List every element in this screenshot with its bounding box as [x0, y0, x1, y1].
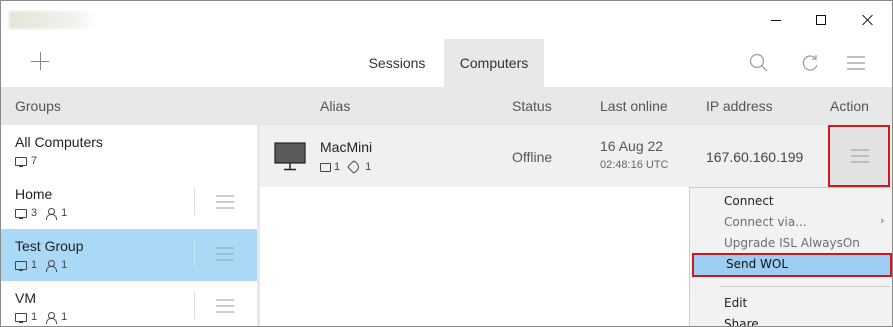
- group-name: VM: [15, 290, 36, 306]
- user-icon: [45, 311, 58, 324]
- group-counts: 7: [15, 155, 37, 167]
- computer-count: 3: [31, 207, 38, 219]
- menu-icon[interactable]: [844, 51, 868, 75]
- add-computer-button[interactable]: [25, 47, 55, 77]
- monitor-icon: [15, 208, 27, 219]
- toolbar: Sessions Computers: [1, 39, 892, 87]
- header-groups: Groups: [15, 98, 61, 114]
- refresh-icon[interactable]: [798, 51, 822, 75]
- monitor-icon: [15, 260, 27, 271]
- group-counts: 1 1: [15, 311, 68, 324]
- group-counts: 3 1: [15, 207, 68, 220]
- action-menu-button[interactable]: [828, 125, 890, 187]
- computer-monitor-icon: [274, 142, 306, 171]
- monitor-icon: [15, 312, 27, 323]
- menu-item-label: Edit: [724, 296, 748, 310]
- header-last-online[interactable]: Last online: [600, 98, 668, 114]
- monitor-icon: [15, 156, 27, 167]
- computer-status: Offline: [512, 149, 553, 165]
- group-vm[interactable]: VM 1 1: [1, 281, 257, 326]
- menu-item-connect-via[interactable]: Connect via... ›: [690, 211, 892, 233]
- menu-item-label: Upgrade ISL AlwaysOn: [724, 236, 860, 250]
- menu-item-connect[interactable]: Connect: [690, 190, 892, 212]
- computer-count: 7: [31, 155, 38, 167]
- divider: [194, 187, 195, 215]
- user-icon: [45, 259, 58, 272]
- user-count: 1: [61, 207, 68, 219]
- header-alias[interactable]: Alias: [320, 98, 350, 114]
- header-action: Action: [830, 98, 869, 114]
- menu-item-label: Connect: [724, 194, 774, 208]
- table-row[interactable]: MacMini 1 1 Offline 16 Aug 22 02:48:16 U…: [260, 125, 892, 187]
- tab-computers[interactable]: Computers: [444, 39, 544, 87]
- maximize-icon: [816, 15, 826, 25]
- group-menu-icon[interactable]: [214, 193, 236, 211]
- user-icon: [45, 207, 58, 220]
- table-header: Groups Alias Status Last online IP addre…: [1, 87, 892, 125]
- divider: [194, 291, 195, 319]
- last-online-date: 16 Aug 22: [600, 138, 664, 154]
- tag-count: 1: [365, 161, 372, 173]
- menu-item-label: Connect via...: [724, 215, 807, 229]
- menu-item-send-wol[interactable]: Send WOL: [692, 253, 892, 277]
- user-count: 1: [61, 259, 68, 271]
- close-button[interactable]: [845, 5, 891, 35]
- folder-icon: [320, 162, 331, 172]
- tab-sessions[interactable]: Sessions: [353, 39, 441, 87]
- group-name: Home: [15, 186, 53, 202]
- folder-count: 1: [334, 161, 341, 173]
- close-icon: [862, 14, 874, 26]
- groups-panel: All Computers 7 Home 3 1 Test Group 1 1: [1, 125, 257, 326]
- app-window: Sessions Computers Groups Alias Status L…: [0, 0, 893, 327]
- menu-item-edit[interactable]: Edit: [690, 292, 892, 314]
- computer-meta: 1 1: [320, 159, 372, 175]
- group-name: Test Group: [15, 238, 84, 254]
- menu-item-upgrade-isl-alwayson[interactable]: Upgrade ISL AlwaysOn: [690, 232, 892, 254]
- group-counts: 1 1: [15, 259, 68, 272]
- computer-count: 1: [31, 259, 38, 271]
- divider: [194, 239, 195, 267]
- window-title-blurred: [9, 11, 97, 29]
- title-bar: [1, 1, 892, 39]
- minimize-icon: [771, 19, 781, 21]
- user-count: 1: [61, 311, 68, 323]
- group-name: All Computers: [15, 134, 103, 150]
- chevron-right-icon: ›: [880, 214, 885, 227]
- menu-item-label: Share: [724, 317, 759, 327]
- group-all-computers[interactable]: All Computers 7: [1, 125, 257, 177]
- last-online-time: 02:48:16 UTC: [600, 159, 669, 171]
- menu-separator: [720, 286, 890, 287]
- group-menu-icon[interactable]: [214, 245, 236, 263]
- group-home[interactable]: Home 3 1: [1, 177, 257, 229]
- search-icon[interactable]: [747, 51, 771, 75]
- ip-address: 167.60.160.199: [706, 149, 804, 165]
- computer-count: 1: [31, 311, 38, 323]
- header-ip-address[interactable]: IP address: [706, 98, 773, 114]
- computer-alias: MacMini: [320, 139, 373, 155]
- group-test-group[interactable]: Test Group 1 1: [1, 229, 257, 281]
- context-menu: Connect Connect via... › Upgrade ISL Alwa…: [689, 187, 892, 327]
- menu-item-label: Send WOL: [726, 257, 789, 271]
- tag-icon: [347, 159, 362, 175]
- menu-icon: [851, 149, 869, 163]
- menu-item-share[interactable]: Share: [690, 313, 892, 327]
- group-menu-icon[interactable]: [214, 297, 236, 315]
- minimize-button[interactable]: [753, 5, 799, 35]
- header-status[interactable]: Status: [512, 98, 552, 114]
- maximize-button[interactable]: [798, 5, 844, 35]
